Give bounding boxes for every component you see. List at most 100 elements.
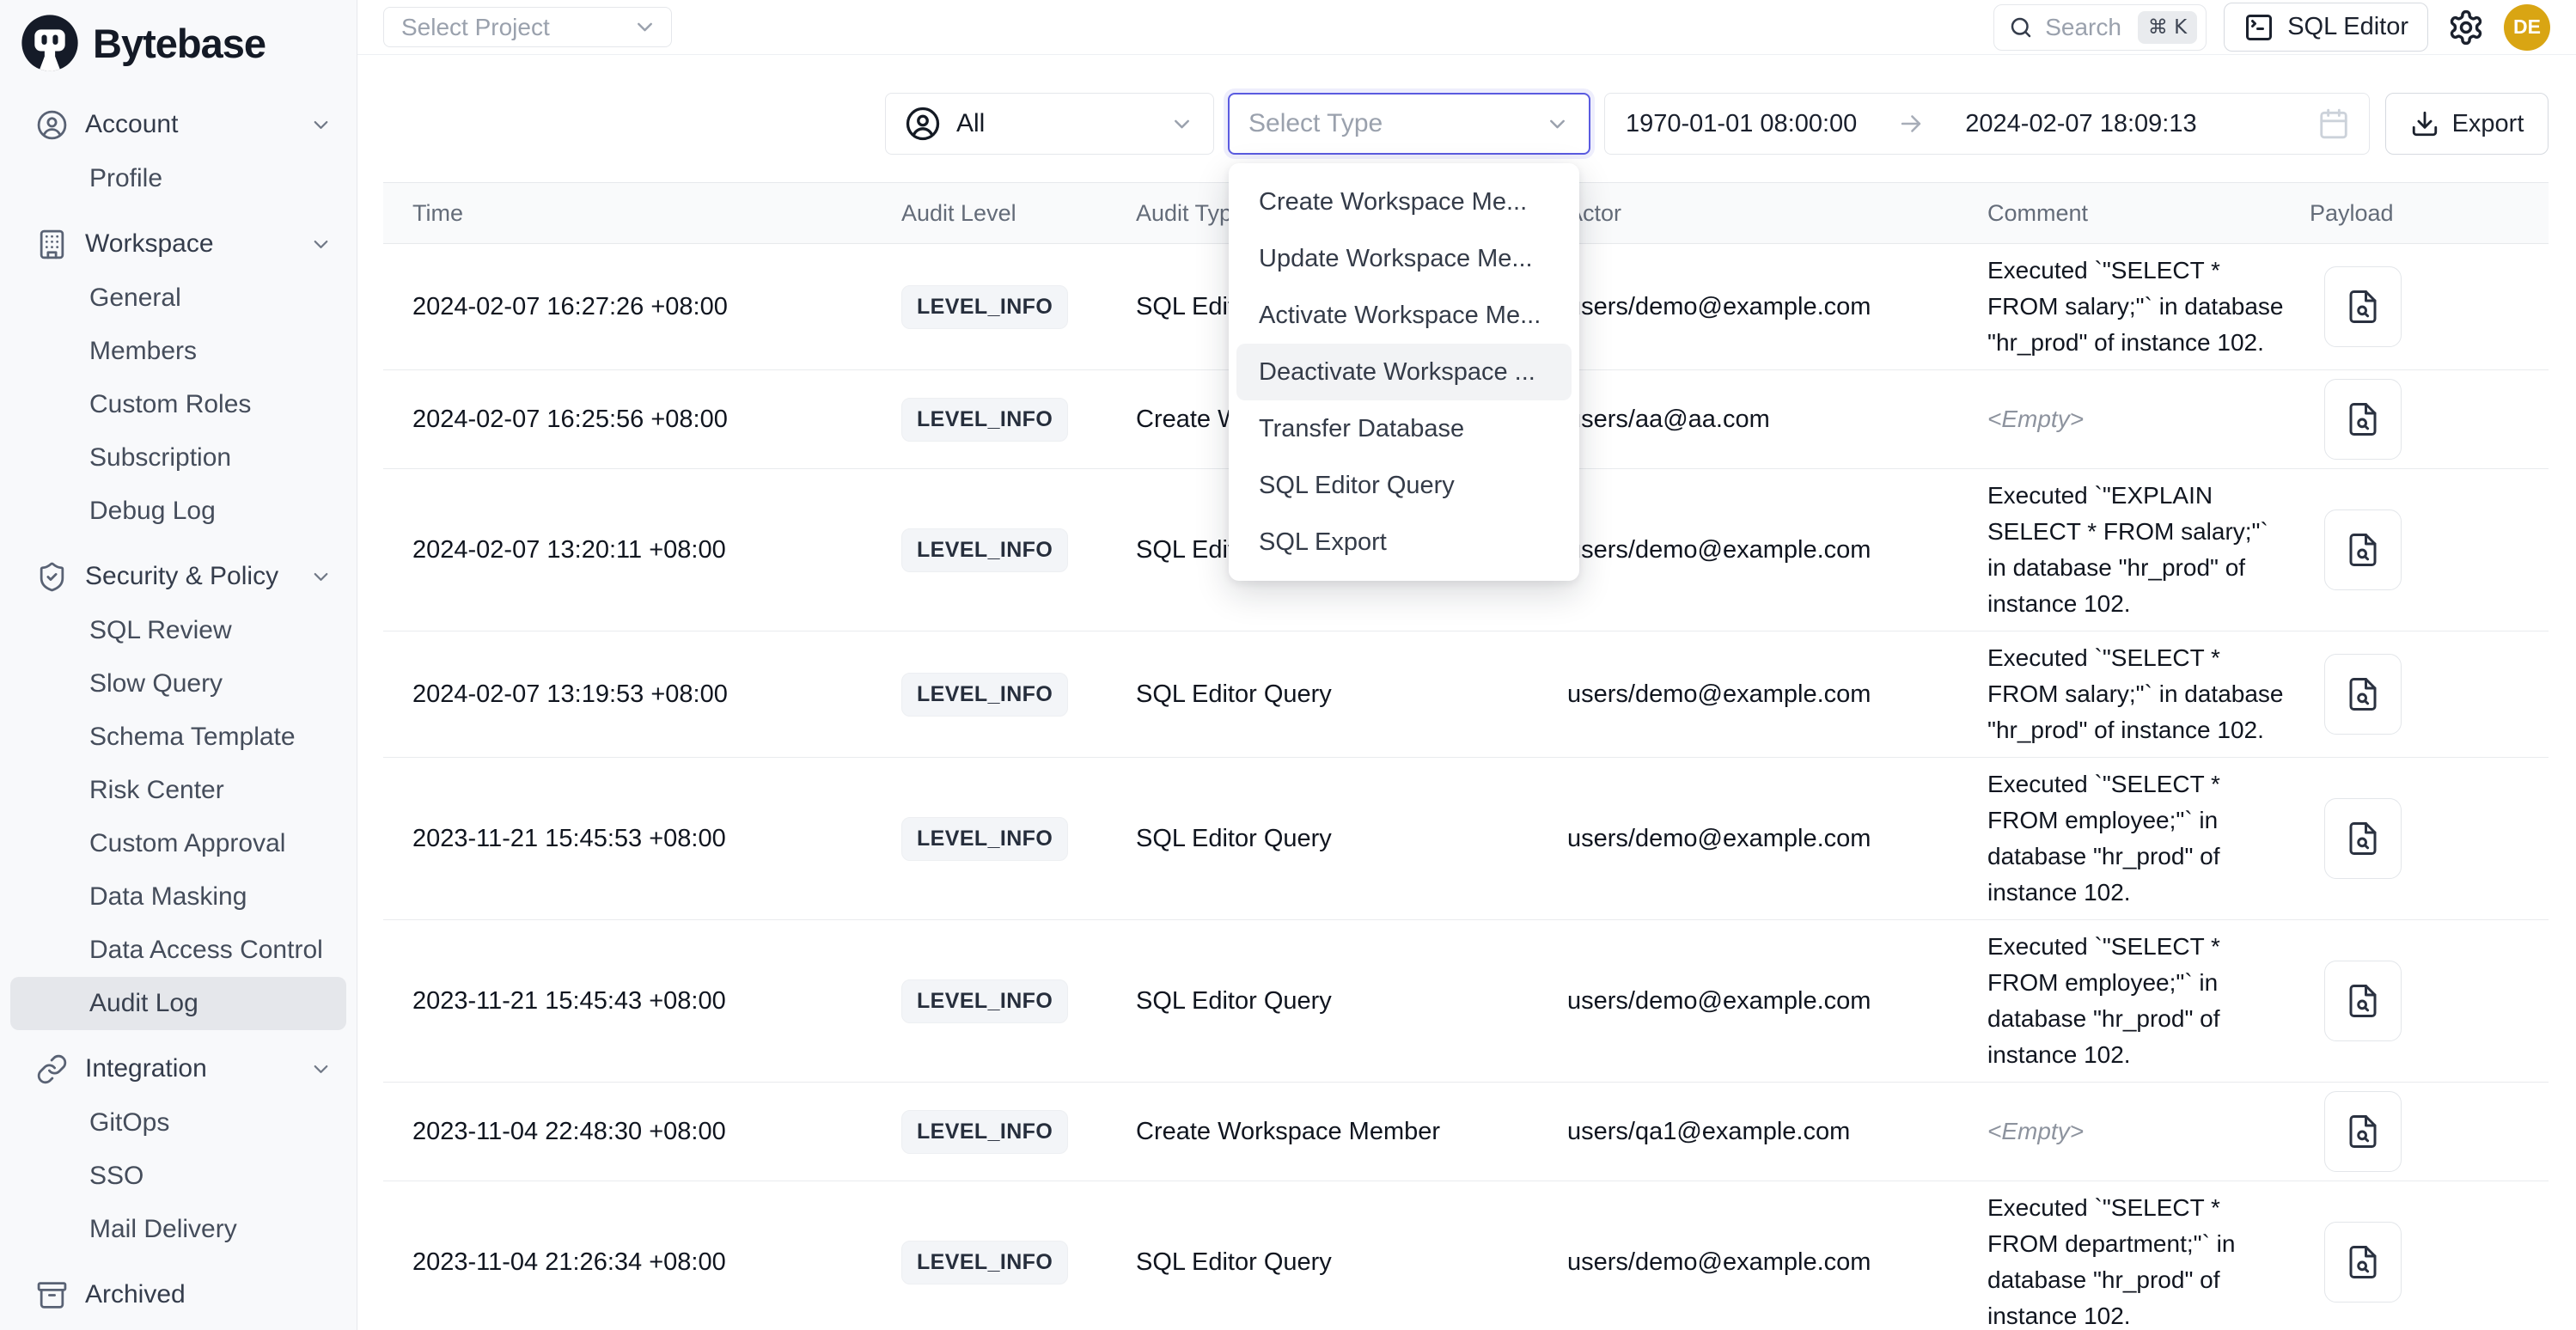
type-filter-select[interactable]: Select Type: [1228, 93, 1590, 155]
chevron-down-icon: [309, 233, 333, 256]
actor-filter-value: All: [956, 109, 985, 138]
dropdown-option[interactable]: Activate Workspace Me...: [1236, 287, 1572, 344]
sidebar-section-integration[interactable]: Integration: [0, 1041, 357, 1096]
table-row: 2023-11-21 15:45:43 +08:00 LEVEL_INFO SQ…: [383, 920, 2549, 1083]
export-button[interactable]: Export: [2385, 93, 2549, 155]
sidebar-item[interactable]: Custom Approval: [10, 817, 346, 870]
search-input[interactable]: Search ⌘ K: [1993, 4, 2207, 51]
sidebar-item[interactable]: SQL Review: [10, 604, 346, 657]
bytebase-logo-icon: [21, 14, 79, 72]
cell-audit-type: SQL Editor Query: [1136, 1248, 1567, 1277]
column-header: Audit Level: [901, 200, 1136, 227]
column-header: Time: [383, 200, 901, 227]
chevron-down-icon: [632, 15, 657, 40]
comment-text: <Empty>: [1987, 406, 2084, 432]
archive-icon: [36, 1279, 68, 1311]
level-badge: LEVEL_INFO: [901, 673, 1068, 717]
sidebar-item[interactable]: Risk Center: [10, 764, 346, 817]
sidebar-item[interactable]: Members: [10, 325, 346, 378]
sql-editor-button[interactable]: SQL Editor: [2224, 3, 2428, 52]
table-row: 2023-11-04 21:26:34 +08:00 LEVEL_INFO SQ…: [383, 1181, 2549, 1330]
sidebar-section-label: Security & Policy: [85, 562, 278, 591]
cell-audit-level: LEVEL_INFO: [901, 398, 1136, 442]
sidebar-item[interactable]: General: [10, 271, 346, 325]
sidebar-item[interactable]: Debug Log: [10, 485, 346, 538]
dropdown-option[interactable]: SQL Export: [1236, 514, 1572, 570]
level-badge: LEVEL_INFO: [901, 1110, 1068, 1154]
main-area: Select Project Search ⌘ K SQL Editor DE: [357, 0, 2576, 1330]
select-project-label: Select Project: [401, 14, 550, 41]
cell-payload: [2310, 509, 2549, 590]
settings-button[interactable]: [2445, 7, 2487, 48]
cell-comment: Executed `"EXPLAIN SELECT * FROM salary;…: [1987, 478, 2310, 622]
cell-comment: Executed `"SELECT * FROM department;"` i…: [1987, 1190, 2310, 1330]
cell-comment: <Empty>: [1987, 1113, 2310, 1150]
view-payload-button[interactable]: [2324, 798, 2402, 879]
type-dropdown-menu: Create Workspace Me...Update Workspace M…: [1229, 163, 1579, 581]
sidebar-item[interactable]: Slow Query: [10, 657, 346, 711]
dropdown-option[interactable]: Transfer Database: [1236, 400, 1572, 457]
sidebar-item[interactable]: Subscription: [10, 431, 346, 485]
chevron-down-icon: [1545, 112, 1570, 137]
comment-text: Executed `"SELECT * FROM employee;"` in …: [1987, 933, 2220, 1068]
sidebar-group-account: Profile: [0, 152, 357, 205]
file-search-icon: [2345, 289, 2381, 325]
view-payload-button[interactable]: [2324, 1091, 2402, 1172]
sidebar-item[interactable]: Audit Log: [10, 977, 346, 1030]
avatar[interactable]: DE: [2504, 4, 2550, 51]
comment-text: Executed `"EXPLAIN SELECT * FROM salary;…: [1987, 482, 2268, 617]
view-payload-button[interactable]: [2324, 379, 2402, 460]
cell-audit-level: LEVEL_INFO: [901, 528, 1136, 572]
sidebar-item[interactable]: Data Access Control: [10, 924, 346, 977]
topbar: Select Project Search ⌘ K SQL Editor DE: [357, 0, 2576, 55]
sidebar-item[interactable]: Profile: [10, 152, 346, 205]
select-project-button[interactable]: Select Project: [383, 7, 672, 47]
sidebar-item[interactable]: SSO: [10, 1150, 346, 1203]
view-payload-button[interactable]: [2324, 1222, 2402, 1303]
view-payload-button[interactable]: [2324, 654, 2402, 735]
bytebase-logo[interactable]: Bytebase: [0, 0, 357, 84]
sidebar-item[interactable]: Schema Template: [10, 711, 346, 764]
cell-audit-level: LEVEL_INFO: [901, 817, 1136, 861]
cell-payload: [2310, 654, 2549, 735]
cell-payload: [2310, 798, 2549, 879]
level-badge: LEVEL_INFO: [901, 979, 1068, 1023]
terminal-icon: [2243, 12, 2274, 43]
cell-actor: users/demo@example.com: [1567, 1248, 1987, 1277]
cell-actor: users/qa1@example.com: [1567, 1118, 1987, 1146]
sidebar-nav: Account Profile Workspace GeneralMembers…: [0, 84, 357, 1322]
actor-filter-select[interactable]: All: [885, 93, 1214, 155]
cell-comment: <Empty>: [1987, 401, 2310, 437]
arrow-right-icon: [1896, 109, 1926, 138]
calendar-icon: [2317, 107, 2350, 140]
date-range-picker[interactable]: 1970-01-01 08:00:00 2024-02-07 18:09:13: [1604, 93, 2370, 155]
table-row: 2023-11-21 15:45:53 +08:00 LEVEL_INFO SQ…: [383, 758, 2549, 920]
sidebar-item[interactable]: Data Masking: [10, 870, 346, 924]
sidebar-item[interactable]: Custom Roles: [10, 378, 346, 431]
cell-audit-type: Create Workspace Member: [1136, 1118, 1567, 1146]
sidebar-section-security[interactable]: Security & Policy: [0, 549, 357, 604]
cell-audit-level: LEVEL_INFO: [901, 979, 1136, 1023]
dropdown-option[interactable]: SQL Editor Query: [1236, 457, 1572, 514]
dropdown-option[interactable]: Deactivate Workspace ...: [1236, 344, 1572, 400]
sidebar-item[interactable]: Mail Delivery: [10, 1203, 346, 1256]
dropdown-option[interactable]: Create Workspace Me...: [1236, 174, 1572, 230]
sidebar-section-label: Workspace: [85, 229, 214, 259]
view-payload-button[interactable]: [2324, 961, 2402, 1041]
sidebar-section-account[interactable]: Account: [0, 97, 357, 152]
view-payload-button[interactable]: [2324, 266, 2402, 347]
column-header: Comment: [1987, 200, 2310, 227]
search-icon: [2008, 15, 2034, 40]
sidebar-section-archived[interactable]: Archived: [0, 1267, 357, 1322]
building-icon: [36, 229, 68, 260]
cell-time: 2023-11-21 15:45:43 +08:00: [383, 987, 901, 1016]
cell-comment: Executed `"SELECT * FROM employee;"` in …: [1987, 929, 2310, 1073]
dropdown-option[interactable]: Update Workspace Me...: [1236, 230, 1572, 287]
sidebar-item[interactable]: GitOps: [10, 1096, 346, 1150]
sidebar-section-workspace[interactable]: Workspace: [0, 217, 357, 271]
level-badge: LEVEL_INFO: [901, 398, 1068, 442]
view-payload-button[interactable]: [2324, 509, 2402, 590]
sidebar-section-label: Archived: [85, 1280, 186, 1309]
sidebar-group-security: SQL ReviewSlow QuerySchema TemplateRisk …: [0, 604, 357, 1030]
chevron-down-icon: [309, 113, 333, 137]
